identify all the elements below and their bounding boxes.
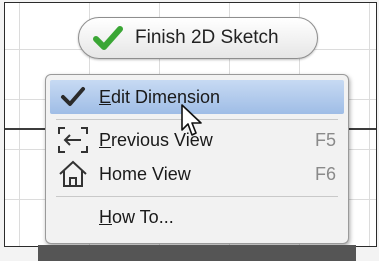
menu-item-label: Home View <box>99 163 191 184</box>
finish-2d-sketch-button[interactable]: Finish 2D Sketch <box>78 17 318 59</box>
checkmark-icon <box>56 82 90 112</box>
checkmark-icon <box>93 25 123 51</box>
shortcut-label: F6 <box>314 163 336 184</box>
menu-item-previous-view[interactable]: Previous View F5 <box>50 123 344 157</box>
menu-item-label: Previous View <box>99 129 213 150</box>
menu-item-edit-dimension[interactable]: Edit Dimension <box>50 80 344 114</box>
menu-separator <box>56 119 338 120</box>
previous-view-icon <box>56 125 90 155</box>
shortcut-label: F5 <box>314 129 336 150</box>
context-menu: Edit Dimension Previous View F5 Home Vie… <box>45 74 349 244</box>
window-shadow <box>38 245 356 261</box>
menu-item-label: Edit Dimension <box>99 86 221 107</box>
menu-item-home-view[interactable]: Home View F6 <box>50 157 344 191</box>
sketch-canvas[interactable]: Finish 2D Sketch Edit Dimension Previous… <box>4 2 377 247</box>
home-icon <box>56 159 90 189</box>
finish-2d-sketch-label: Finish 2D Sketch <box>135 27 279 48</box>
menu-separator <box>56 196 338 197</box>
menu-item-how-to[interactable]: How To... <box>50 200 344 234</box>
menu-item-label: How To... <box>99 206 174 227</box>
